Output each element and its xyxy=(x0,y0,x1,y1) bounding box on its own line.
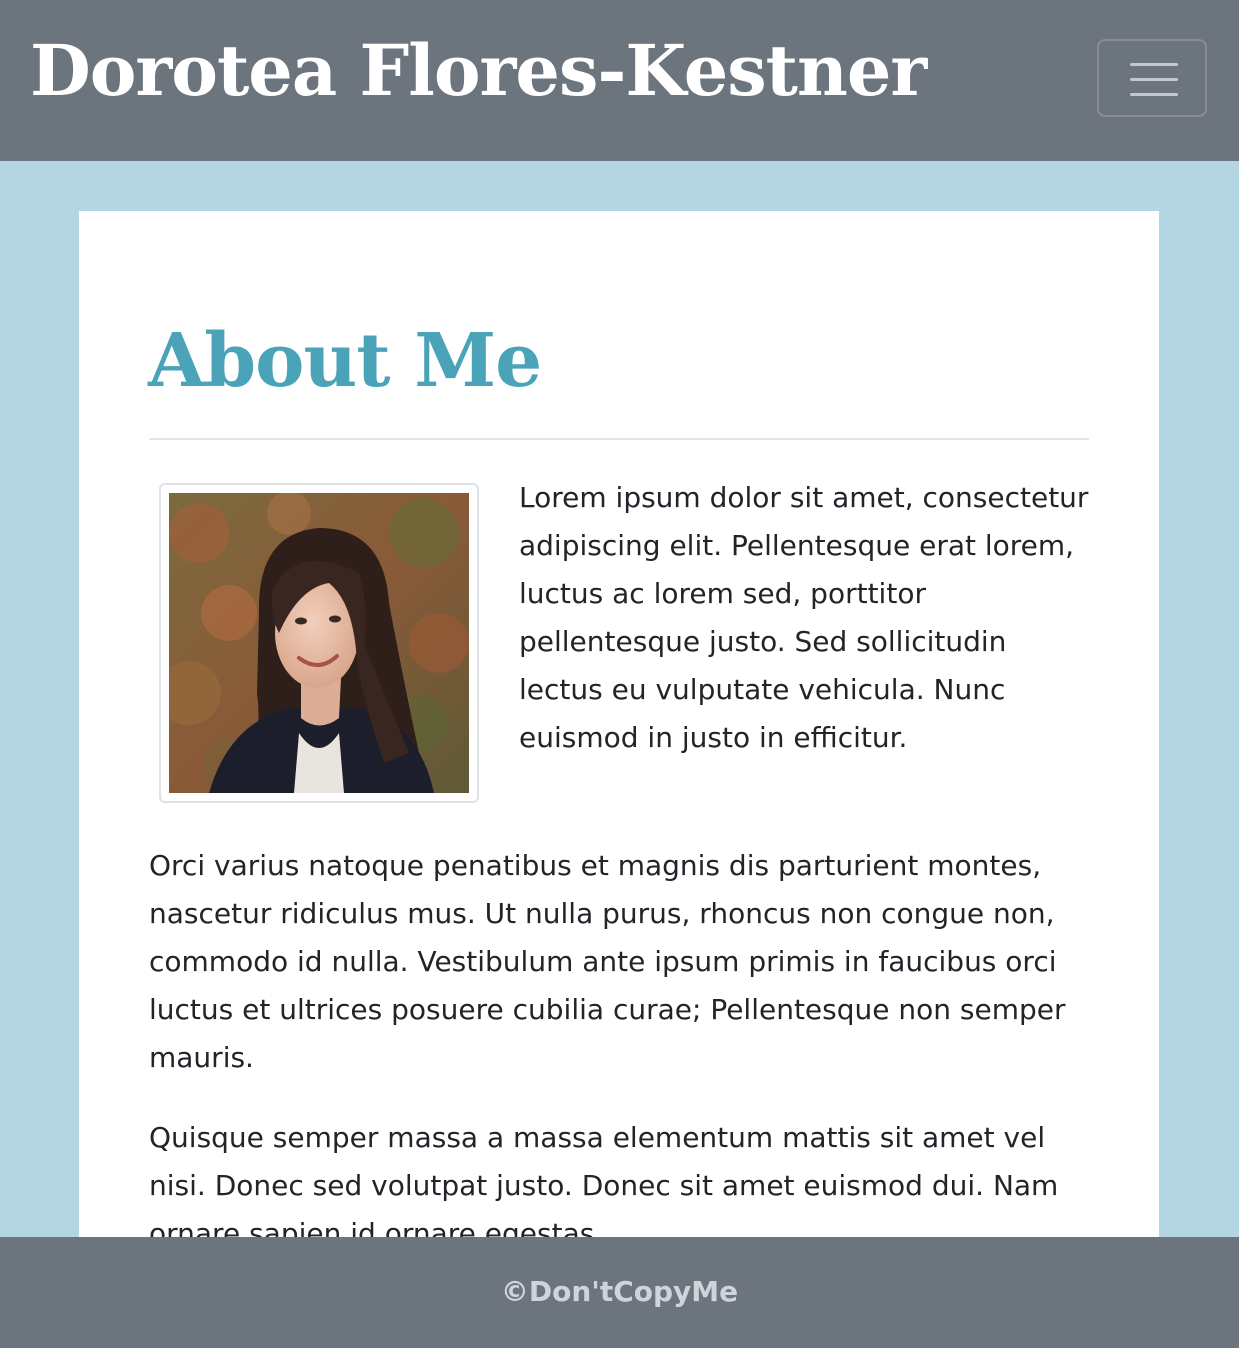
page-footer: ©Don'tCopyMe xyxy=(0,1237,1239,1348)
main-content-card: About Me Lorem ipsum dolor sit amet, con… xyxy=(79,211,1159,1348)
top-navbar: Dorotea Flores-Kestner xyxy=(0,0,1239,161)
body-paragraph: Orci varius natoque penatibus et magnis … xyxy=(149,849,1066,1074)
profile-photo xyxy=(159,483,479,803)
site-brand[interactable]: Dorotea Flores-Kestner xyxy=(30,26,927,116)
intro-paragraph: Lorem ipsum dolor sit amet, consectetur … xyxy=(519,481,1089,754)
title-divider xyxy=(149,438,1089,440)
page-title: About Me xyxy=(148,318,542,404)
navbar-toggler-button[interactable] xyxy=(1097,39,1207,117)
portrait-image xyxy=(169,493,469,793)
copyright-text: ©Don'tCopyMe xyxy=(500,1275,739,1308)
